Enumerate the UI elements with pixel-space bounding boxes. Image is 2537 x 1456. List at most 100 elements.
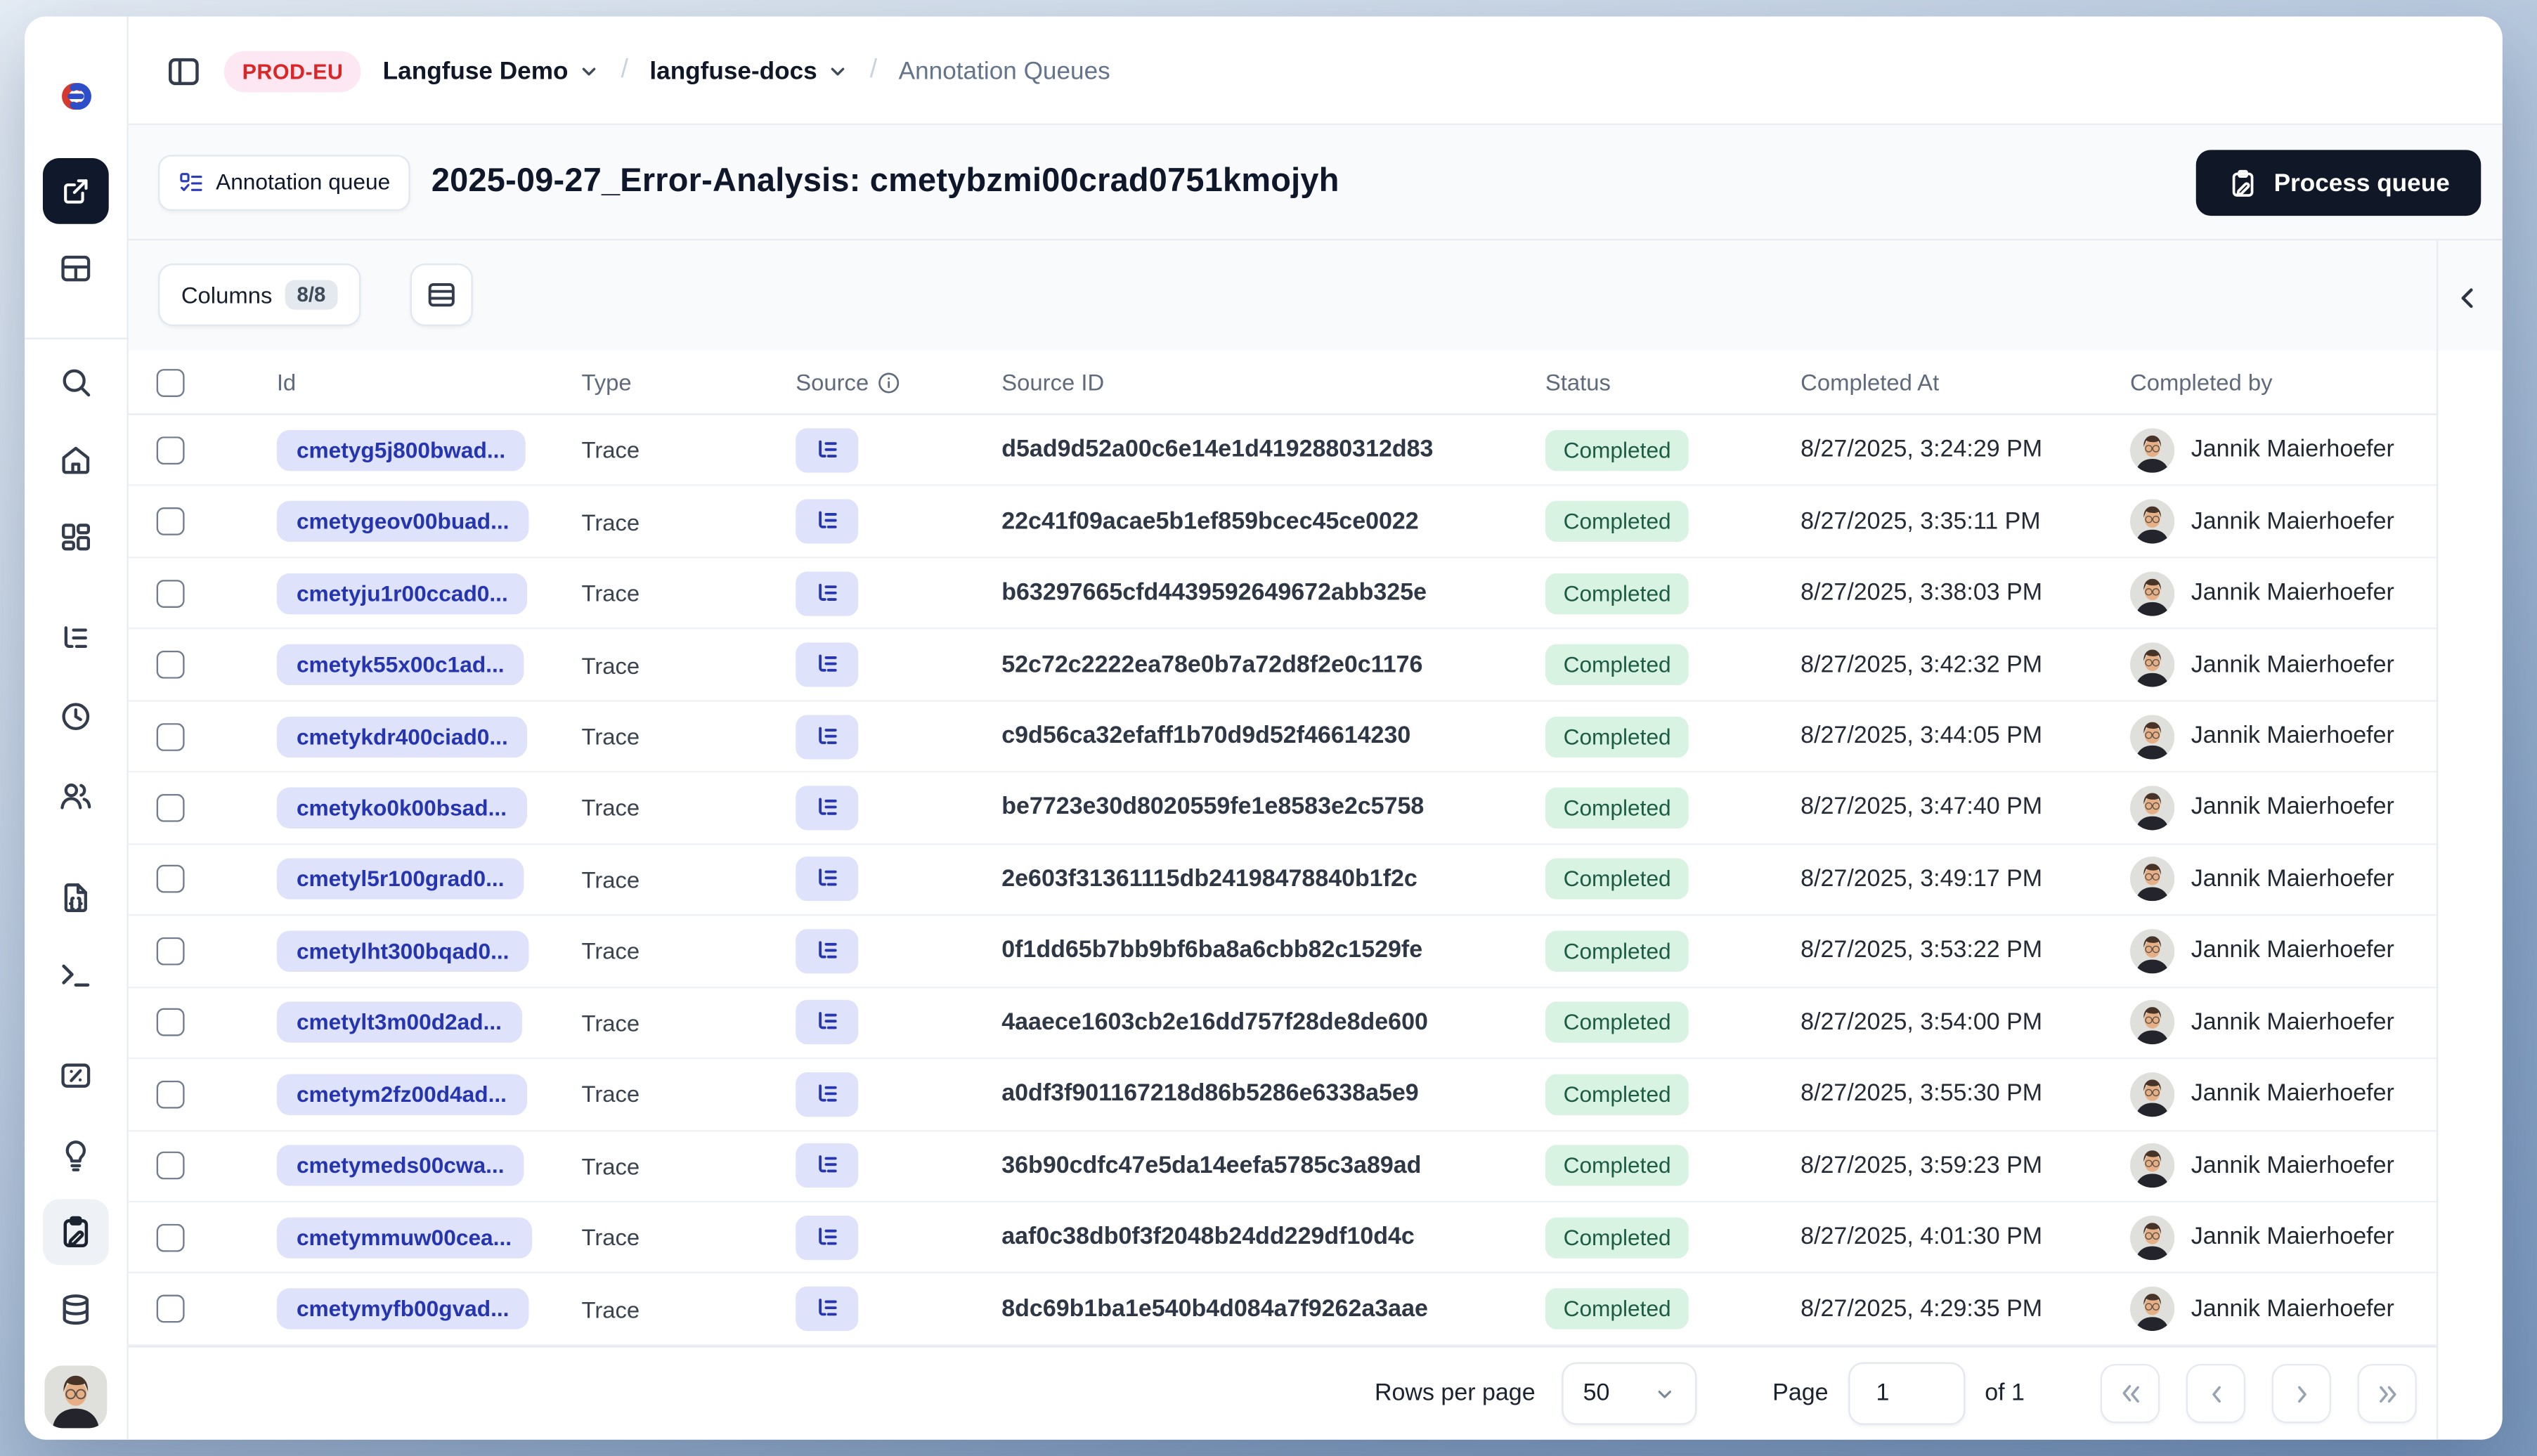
row-checkbox[interactable] [156,1080,185,1109]
item-id-link[interactable]: cmetyl5r100grad0... [276,859,524,900]
chevrons-right-icon [2378,1385,2396,1402]
table-row[interactable]: cmetylht300bqad0... Trace 0f1dd65b7bb9bf… [128,916,2437,988]
row-checkbox[interactable] [156,436,185,464]
table-row[interactable]: cmetyko0k00bsad... Trace be7723e30d80205… [128,773,2437,845]
last-page-button[interactable] [2357,1363,2417,1424]
item-id-link[interactable]: cmetyju1r00ccad0... [276,572,528,614]
next-page-button[interactable] [2271,1363,2331,1424]
sidebar-item-evaluators[interactable] [43,1043,109,1109]
first-page-button[interactable] [2100,1363,2160,1424]
sidebar-toggle-icon[interactable] [164,52,202,90]
item-id-link[interactable]: cmetygeov00buad... [276,501,529,542]
trace-source-button[interactable] [796,714,859,759]
info-icon[interactable] [877,370,902,394]
item-type: Trace [581,1152,640,1179]
table-row[interactable]: cmetyl5r100grad0... Trace 2e603f31361115… [128,844,2437,916]
sidebar-item-dashboards[interactable] [43,504,109,570]
app-logo[interactable] [43,63,109,129]
sidebar-item-go-to-project[interactable] [42,158,109,224]
sidebar [25,16,129,1440]
row-checkbox[interactable] [156,507,185,536]
trace-source-button[interactable] [796,427,859,473]
collapse-panel-button[interactable] [2446,277,2489,320]
table-row[interactable]: cmetylt3m00d2ad... Trace 4aaece1603cb2e1… [128,987,2437,1060]
completed-at: 8/27/2025, 3:38:03 PM [1800,580,2043,606]
database-icon [63,1294,89,1325]
item-type: Trace [581,1224,640,1251]
sidebar-item-datasets[interactable] [43,1277,109,1343]
item-id-link[interactable]: cmetym2fz00d4ad... [276,1073,527,1115]
sidebar-item-prompts[interactable] [43,865,109,931]
row-checkbox[interactable] [156,1223,185,1252]
org-switcher[interactable]: Langfuse Demo [383,57,599,85]
table-row[interactable]: cmetygeov00buad... Trace 22c41f09acae5b1… [128,486,2437,559]
trace-source-button[interactable] [796,499,859,544]
trace-source-button[interactable] [796,642,859,687]
list-tree-icon [818,583,836,601]
annotation-queue-chip[interactable]: Annotation queue [158,154,410,210]
item-id-link[interactable]: cmetymmuw00cea... [276,1216,532,1259]
item-id-link[interactable]: cmetylt3m00d2ad... [276,1002,522,1044]
table-row[interactable]: cmetymeds00cwa... Trace 36b90cdfc47e5da1… [128,1131,2437,1203]
row-height-button[interactable] [410,264,473,327]
item-id-link[interactable]: cmetyk55x00c1ad... [276,644,524,686]
trace-source-button[interactable] [796,1215,859,1260]
user-avatar[interactable] [44,1365,108,1429]
trace-source-button[interactable] [796,1000,859,1046]
completed-at: 8/27/2025, 4:01:30 PM [1800,1224,2043,1251]
columns-button[interactable]: Columns 8/8 [158,264,361,327]
page-number-input[interactable]: 1 [1848,1362,1966,1425]
trace-source-button[interactable] [796,1143,859,1188]
item-id-link[interactable]: cmetykdr400ciad0... [276,715,528,758]
environment-badge[interactable]: PROD-EU [223,50,362,92]
select-all-checkbox[interactable] [156,368,185,396]
table-row[interactable]: cmetyk55x00c1ad... Trace 52c72c2222ea78e… [128,630,2437,702]
sidebar-item-home[interactable] [43,427,109,493]
row-checkbox[interactable] [156,865,185,894]
item-id-link[interactable]: cmetylht300bqad0... [276,930,529,972]
column-header-completed-at: Completed At [1800,369,1940,396]
item-id-link[interactable]: cmetymeds00cwa... [276,1145,524,1187]
rows-per-page-select[interactable]: 50 [1562,1362,1697,1425]
table-row[interactable]: cmetykdr400ciad0... Trace c9d56ca32efaff… [128,701,2437,774]
row-checkbox[interactable] [156,1008,185,1037]
trace-source-button[interactable] [796,1072,859,1117]
sidebar-item-search[interactable] [43,349,109,415]
table-row[interactable]: cmetymmuw00cea... Trace aaf0c38db0f3f204… [128,1202,2437,1275]
langfuse-logo-icon [60,82,91,109]
sidebar-item-annotation-queues[interactable] [42,1199,109,1266]
trace-source-button[interactable] [796,1287,859,1332]
item-id-link[interactable]: cmetymyfb00gvad... [276,1288,529,1330]
table-row[interactable]: cmetym2fz00d4ad... Trace a0df3f901167218… [128,1059,2437,1131]
item-id-link[interactable]: cmetyko0k00bsad... [276,787,527,829]
previous-page-button[interactable] [2186,1363,2246,1424]
row-checkbox[interactable] [156,651,185,679]
row-checkbox[interactable] [156,1294,185,1323]
source-id: be7723e30d8020559fe1e8583e2c5758 [1001,795,1425,821]
sidebar-item-sessions[interactable] [43,684,109,750]
row-checkbox[interactable] [156,1152,185,1181]
table-row[interactable]: cmetymyfb00gvad... Trace 8dc69b1ba1e540b… [128,1274,2437,1346]
users-icon [60,784,91,810]
sidebar-item-tracing[interactable] [43,606,109,672]
sidebar-item-playground[interactable] [43,942,109,1008]
item-type: Trace [581,1081,640,1107]
trace-source-button[interactable] [796,571,859,616]
trace-source-button[interactable] [796,786,859,831]
row-checkbox[interactable] [156,937,185,966]
sidebar-item-tables[interactable] [43,235,109,301]
sidebar-item-insights[interactable] [43,1122,109,1188]
process-queue-button[interactable]: Process queue [2196,150,2481,216]
trace-source-button[interactable] [796,928,859,974]
status-badge: Completed [1545,644,1689,686]
row-checkbox[interactable] [156,722,185,750]
trace-source-button[interactable] [796,857,859,902]
table-row[interactable]: cmetyg5j800bwad... Trace d5ad9d52a00c6e1… [128,415,2437,487]
project-switcher[interactable]: langfuse-docs [649,57,848,85]
row-checkbox[interactable] [156,793,185,822]
row-checkbox[interactable] [156,579,185,608]
item-id-link[interactable]: cmetyg5j800bwad... [276,429,526,471]
avatar [2129,928,2175,974]
sidebar-item-users[interactable] [43,762,109,828]
table-row[interactable]: cmetyju1r00ccad0... Trace b63297665cfd44… [128,558,2437,630]
